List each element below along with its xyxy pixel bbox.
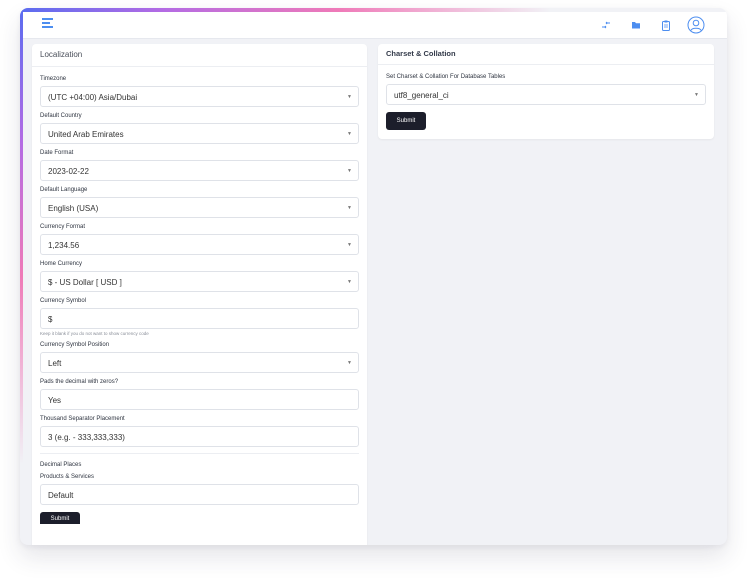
- products-services-input[interactable]: Default: [40, 484, 359, 505]
- accent-gradient-left: [20, 8, 23, 545]
- chevron-down-icon: ▼: [347, 242, 352, 248]
- hamburger-menu-icon[interactable]: [42, 18, 54, 30]
- charset-title: Charset & Collation: [378, 44, 714, 65]
- chevron-down-icon: ▼: [347, 94, 352, 100]
- currency-format-select[interactable]: 1,234.56 ▼: [40, 234, 359, 255]
- currency-symbol-label: Currency Symbol: [40, 298, 87, 304]
- chevron-down-icon: ▼: [347, 360, 352, 366]
- products-services-group: Products & Services Default: [40, 474, 359, 505]
- charset-label: Set Charset & Collation For Database Tab…: [386, 74, 506, 80]
- charset-value: utf8_general_ci: [394, 91, 449, 100]
- default-country-label: Default Country: [40, 113, 82, 119]
- default-country-group: Default Country United Arab Emirates ▼: [40, 113, 359, 144]
- timezone-select[interactable]: (UTC +04:00) Asia/Dubai ▼: [40, 86, 359, 107]
- products-services-label: Products & Services: [40, 474, 95, 480]
- top-bar-icons: [587, 14, 707, 36]
- currency-format-label: Currency Format: [40, 224, 86, 230]
- chevron-down-icon: ▼: [347, 279, 352, 285]
- currency-symbol-position-group: Currency Symbol Position Left ▼: [40, 342, 359, 373]
- charset-collation-card: Charset & Collation Set Charset & Collat…: [378, 44, 714, 139]
- currency-format-group: Currency Format 1,234.56 ▼: [40, 224, 359, 255]
- charset-submit-button[interactable]: Submit: [386, 112, 426, 130]
- default-language-select[interactable]: English (USA) ▼: [40, 197, 359, 218]
- charset-select[interactable]: utf8_general_ci ▼: [386, 84, 706, 105]
- default-language-value: English (USA): [48, 204, 99, 213]
- localization-card: Localization Timezone (UTC +04:00) Asia/…: [32, 44, 367, 545]
- decimal-places-label: Decimal Places: [40, 462, 82, 468]
- folder-icon[interactable]: [625, 14, 647, 36]
- chevron-down-icon: ▼: [347, 205, 352, 211]
- timezone-label: Timezone: [40, 76, 67, 82]
- section-divider: [40, 453, 359, 454]
- default-country-select[interactable]: United Arab Emirates ▼: [40, 123, 359, 144]
- timezone-group: Timezone (UTC +04:00) Asia/Dubai ▼: [40, 76, 359, 107]
- thousand-separator-label: Thousand Separator Placement: [40, 416, 125, 422]
- currency-symbol-group: Currency Symbol $ Keep it blank if you d…: [40, 298, 359, 336]
- thousand-separator-value: 3 (e.g. - 333,333,333): [48, 433, 125, 442]
- pads-decimal-label: Pads the decimal with zeros?: [40, 379, 119, 385]
- thousand-separator-group: Thousand Separator Placement 3 (e.g. - 3…: [40, 416, 359, 447]
- user-avatar-icon[interactable]: [685, 14, 707, 36]
- currency-symbol-position-value: Left: [48, 359, 62, 368]
- currency-symbol-value: $: [48, 315, 53, 324]
- products-services-value: Default: [48, 491, 74, 500]
- date-format-label: Date Format: [40, 150, 74, 156]
- default-country-value: United Arab Emirates: [48, 130, 124, 139]
- home-currency-value: $ - US Dollar [ USD ]: [48, 278, 122, 287]
- shuffle-icon[interactable]: [595, 14, 617, 36]
- date-format-select[interactable]: 2023-02-22 ▼: [40, 160, 359, 181]
- currency-symbol-position-select[interactable]: Left ▼: [40, 352, 359, 373]
- home-currency-select[interactable]: $ - US Dollar [ USD ] ▼: [40, 271, 359, 292]
- default-language-label: Default Language: [40, 187, 88, 193]
- default-language-group: Default Language English (USA) ▼: [40, 187, 359, 218]
- app-window: Localization Timezone (UTC +04:00) Asia/…: [20, 8, 727, 545]
- pads-decimal-select[interactable]: Yes: [40, 389, 359, 410]
- pads-decimal-group: Pads the decimal with zeros? Yes: [40, 379, 359, 410]
- localization-title: Localization: [32, 44, 367, 67]
- currency-symbol-input[interactable]: $: [40, 308, 359, 329]
- chevron-down-icon: ▼: [347, 131, 352, 137]
- chevron-down-icon: ▼: [694, 92, 699, 98]
- currency-symbol-help: Keep it blank if you do not want to show…: [40, 331, 149, 336]
- localization-submit-button[interactable]: Submit: [40, 512, 80, 524]
- date-format-group: Date Format 2023-02-22 ▼: [40, 150, 359, 181]
- thousand-separator-select[interactable]: 3 (e.g. - 333,333,333): [40, 426, 359, 447]
- home-currency-label: Home Currency: [40, 261, 83, 267]
- timezone-value: (UTC +04:00) Asia/Dubai: [48, 93, 138, 102]
- top-bar: [23, 12, 727, 39]
- date-format-value: 2023-02-22: [48, 167, 89, 176]
- clipboard-icon[interactable]: [655, 14, 677, 36]
- home-currency-group: Home Currency $ - US Dollar [ USD ] ▼: [40, 261, 359, 292]
- currency-symbol-position-label: Currency Symbol Position: [40, 342, 110, 348]
- chevron-down-icon: ▼: [347, 168, 352, 174]
- currency-format-value: 1,234.56: [48, 241, 80, 250]
- pads-decimal-value: Yes: [48, 396, 62, 405]
